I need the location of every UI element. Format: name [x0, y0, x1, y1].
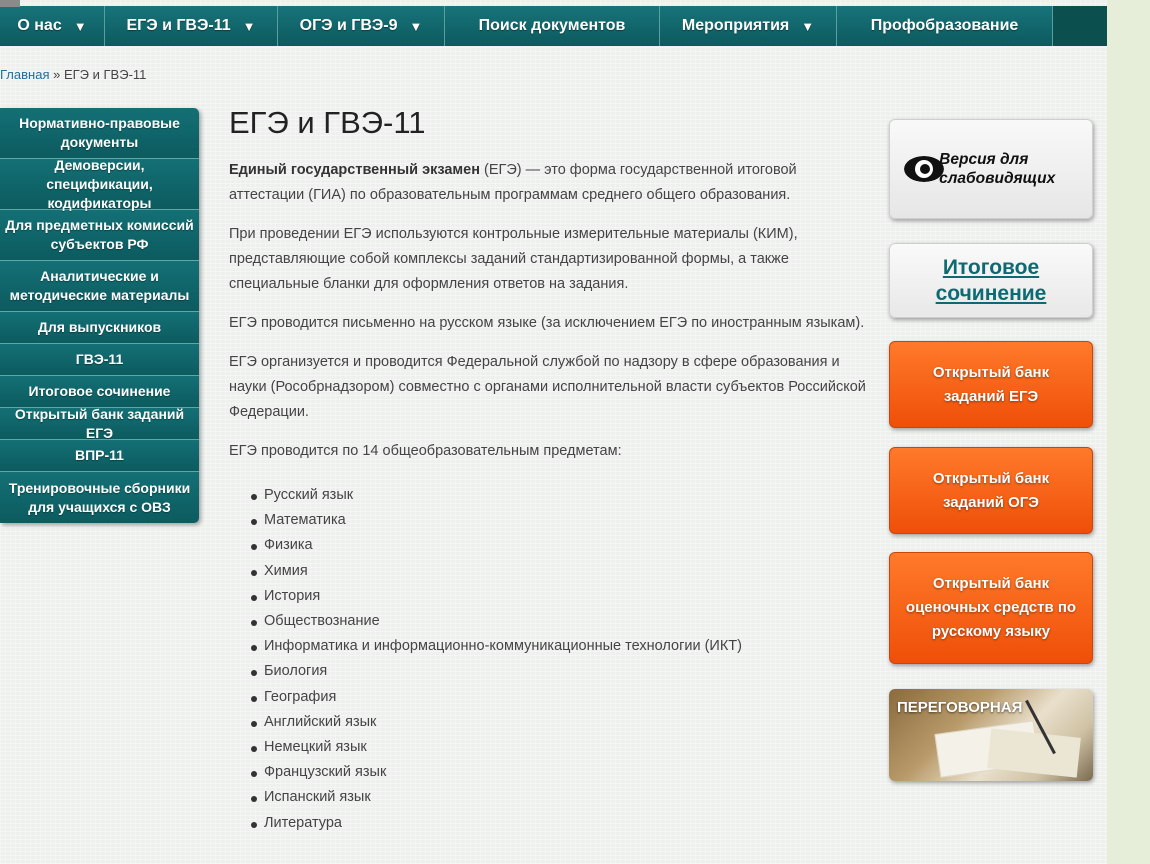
breadcrumb-current: ЕГЭ и ГВЭ-11 — [63, 67, 147, 82]
top-navigation: О нас ▼ ЕГЭ и ГВЭ-11 ▼ ОГЭ и ГВЭ-9 ▼ Пои… — [0, 6, 1107, 46]
nav-item-search-documents[interactable]: Поиск документов — [445, 6, 660, 46]
slide-background-strip — [1107, 0, 1150, 864]
nav-item-label: ЕГЭ и ГВЭ-11 — [126, 17, 231, 34]
main-content: ЕГЭ и ГВЭ-11 Единый государственный экза… — [229, 100, 869, 836]
sidebar-item-analytics[interactable]: Аналитические и методические материалы — [0, 261, 199, 312]
chevron-down-icon: ▼ — [801, 18, 815, 34]
sidebar-item-training-ovz[interactable]: Тренировочные сборники для учащихся с ОВ… — [0, 472, 199, 523]
paragraph-intro: Единый государственный экзамен (ЕГЭ) — э… — [229, 158, 869, 208]
final-essay-link[interactable]: Итоговое сочинение — [890, 255, 1092, 307]
nav-item-about[interactable]: О нас ▼ — [0, 6, 105, 46]
eye-icon — [904, 156, 944, 182]
sidebar-item-regulations[interactable]: Нормативно-правовые документы — [0, 108, 199, 159]
paragraph-language: ЕГЭ проводится письменно на русском язык… — [229, 315, 865, 331]
chevron-down-icon: ▼ — [409, 18, 423, 34]
web-page: О нас ▼ ЕГЭ и ГВЭ-11 ▼ ОГЭ и ГВЭ-9 ▼ Пои… — [0, 0, 1107, 864]
paragraph-kim: При проведении ЕГЭ используются контроль… — [229, 226, 798, 292]
page-title: ЕГЭ и ГВЭ-11 — [229, 105, 426, 140]
paragraph-subjects-intro: ЕГЭ проводится по 14 общеобразовательным… — [229, 443, 622, 459]
low-vision-banner[interactable]: Версия для слабовидящих — [889, 119, 1093, 219]
list-item: Литература — [249, 811, 869, 836]
list-item: Математика — [249, 508, 869, 533]
papers-image — [987, 728, 1081, 778]
open-bank-oge-banner[interactable]: Открытый банк заданий ОГЭ — [889, 447, 1093, 534]
list-item: Русский язык — [249, 483, 869, 508]
list-item: Испанский язык — [249, 785, 869, 810]
low-vision-label: Версия для слабовидящих — [939, 151, 1056, 187]
nav-item-ege[interactable]: ЕГЭ и ГВЭ-11 ▼ — [105, 6, 278, 46]
nav-item-label: О нас — [17, 17, 62, 34]
list-item: Информатика и информационно-коммуникацио… — [249, 634, 869, 659]
breadcrumb-separator: » — [53, 67, 61, 82]
list-item: Обществознание — [249, 609, 869, 634]
negotiation-label: ПЕРЕГОВОРНАЯ — [897, 699, 1023, 716]
sidebar-item-open-bank-ege[interactable]: Открытый банк заданий ЕГЭ — [0, 406, 199, 441]
chevron-down-icon: ▼ — [242, 18, 256, 34]
sidebar-item-graduates[interactable]: Для выпускников — [0, 312, 199, 344]
nav-item-label: ОГЭ и ГВЭ-9 — [299, 17, 398, 34]
list-item: Немецкий язык — [249, 735, 869, 760]
list-item: Биология — [249, 659, 869, 684]
nav-item-oge[interactable]: ОГЭ и ГВЭ-9 ▼ — [278, 6, 445, 46]
open-bank-ege-banner[interactable]: Открытый банк заданий ЕГЭ — [889, 341, 1093, 428]
chevron-down-icon: ▼ — [73, 18, 87, 34]
list-item: Химия — [249, 559, 869, 584]
list-item: Физика — [249, 533, 869, 558]
nav-item-events[interactable]: Мероприятия ▼ — [660, 6, 837, 46]
list-item: География — [249, 685, 869, 710]
nav-item-label: Профобразование — [870, 17, 1019, 34]
sidebar-item-vpr-11[interactable]: ВПР-11 — [0, 440, 199, 472]
sidebar-item-demo-versions[interactable]: Демоверсии, спецификации, кодификаторы — [0, 157, 199, 211]
list-item: Французский язык — [249, 760, 869, 785]
list-item: Английский язык — [249, 710, 869, 735]
final-essay-banner[interactable]: Итоговое сочинение — [889, 243, 1093, 318]
negotiation-room-banner[interactable]: ПЕРЕГОВОРНАЯ — [889, 689, 1093, 781]
nav-item-label: Мероприятия — [681, 17, 790, 34]
subject-list: Русский язык Математика Физика Химия Ист… — [249, 483, 869, 836]
corner-marker — [0, 0, 20, 7]
sidebar-item-gve-11[interactable]: ГВЭ-11 — [0, 344, 199, 376]
breadcrumb-home-link[interactable]: Главная — [0, 67, 49, 82]
breadcrumb: Главная » ЕГЭ и ГВЭ-11 — [0, 67, 146, 82]
sidebar-item-subject-commissions[interactable]: Для предметных комиссий субъектов РФ — [0, 210, 199, 261]
nav-item-extra[interactable] — [1053, 6, 1107, 46]
list-item: История — [249, 584, 869, 609]
sidebar-item-final-essay[interactable]: Итоговое сочинение — [0, 376, 199, 408]
paragraph-organization: ЕГЭ организуется и проводится Федерально… — [229, 354, 866, 420]
open-bank-russian-banner[interactable]: Открытый банк оценочных средств по русск… — [889, 552, 1093, 664]
intro-bold-term: Единый государственный экзамен — [229, 162, 480, 178]
sidebar-menu: Нормативно-правовые документы Демоверсии… — [0, 108, 199, 523]
nav-item-vocational[interactable]: Профобразование — [837, 6, 1053, 46]
nav-item-label: Поиск документов — [478, 17, 626, 34]
